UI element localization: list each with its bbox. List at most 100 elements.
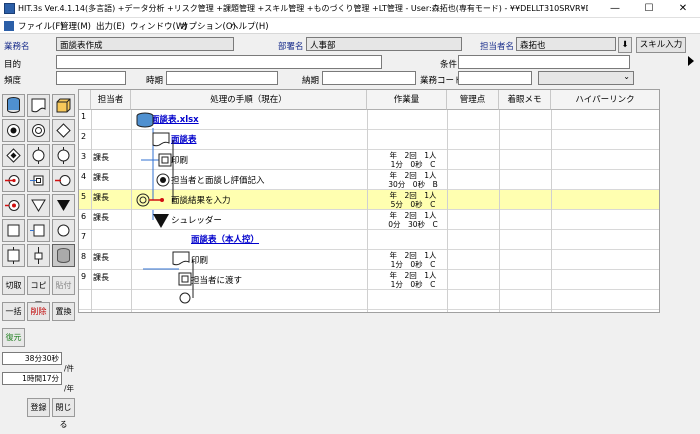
code-field[interactable] bbox=[458, 71, 532, 85]
code-dropdown[interactable]: ⌄ bbox=[538, 71, 634, 85]
row-responsible: 課長 bbox=[93, 273, 109, 282]
grid-body: 1 面談表.xlsx 2 面談表 3 課長 印刷 年 2回 1人 1分 0秒 C … bbox=[79, 110, 659, 312]
header-hyperlink: ハイパーリンク bbox=[551, 90, 659, 110]
title-bar: HIT.3s Ver.4.1.14(多言語) +データ分析 +リスク管理 +課題… bbox=[0, 0, 700, 18]
tool-database-icon[interactable] bbox=[2, 94, 25, 117]
skill-input-button[interactable]: スキル入力 bbox=[636, 37, 686, 53]
menu-output[interactable]: 出力(E) bbox=[96, 20, 125, 32]
condition-label: 条件 bbox=[440, 60, 458, 70]
restore-button[interactable]: 復元 bbox=[2, 328, 25, 347]
row-responsible: 課長 bbox=[93, 213, 109, 222]
cut-button[interactable]: 切取 bbox=[2, 276, 25, 295]
per-item-unit: /件 bbox=[64, 364, 75, 373]
dept-field[interactable]: 人事部 bbox=[306, 37, 462, 51]
header-checkpoint: 管理点 bbox=[447, 90, 499, 110]
owner-label: 担当者名 bbox=[480, 42, 515, 52]
tool-diamond-icon[interactable] bbox=[52, 119, 75, 142]
row-responsible: 課長 bbox=[93, 253, 109, 262]
tool-circle-plain-icon[interactable] bbox=[52, 144, 75, 167]
tool-red-arrow-circle-icon[interactable] bbox=[2, 169, 25, 192]
deadline-field[interactable] bbox=[322, 71, 416, 85]
header-memo: 着眼メモ bbox=[499, 90, 551, 110]
row-number: 1 bbox=[81, 112, 87, 121]
tool-square-blue-icon[interactable] bbox=[27, 219, 50, 242]
header-num bbox=[79, 90, 91, 110]
freq-field[interactable] bbox=[56, 71, 126, 85]
tool-circle-arrow-icon[interactable] bbox=[52, 169, 75, 192]
col-sep bbox=[499, 110, 500, 312]
red-marker-icon bbox=[136, 193, 164, 207]
triangle-filled-icon bbox=[153, 214, 169, 228]
purpose-label: 目的 bbox=[4, 60, 22, 70]
copy-button[interactable]: コピー bbox=[27, 276, 50, 307]
print-square-icon bbox=[143, 268, 192, 286]
tool-small-square-icon[interactable] bbox=[27, 244, 50, 267]
row-workload: 年 2回 1人 1分 0秒 C bbox=[389, 271, 437, 289]
process-grid[interactable]: 担当者 処理の手順（現在） 作業量 管理点 着眼メモ ハイパーリンク 1 面談表… bbox=[78, 89, 660, 313]
owner-field[interactable]: 森拓也 bbox=[516, 37, 616, 51]
tool-document-icon[interactable] bbox=[27, 94, 50, 117]
document-icon bbox=[172, 251, 190, 266]
tool-triangle-filled-icon[interactable] bbox=[52, 194, 75, 217]
time-per-item: 38分30秒 bbox=[2, 352, 62, 365]
row-workload: 年 2回 1人 30分 0秒 B bbox=[388, 171, 438, 189]
deadline-label: 納期 bbox=[302, 76, 320, 86]
delete-button[interactable]: 削除 bbox=[27, 302, 50, 321]
tool-red-marker-icon[interactable] bbox=[2, 194, 25, 217]
tool-box-icon[interactable] bbox=[52, 94, 75, 117]
col-sep bbox=[447, 110, 448, 312]
row-number: 7 bbox=[81, 232, 87, 241]
row-number: 5 bbox=[81, 192, 87, 201]
row-number: 9 bbox=[81, 272, 87, 281]
close-button[interactable]: ✕ bbox=[666, 0, 700, 18]
tool-triangle-outline-icon[interactable] bbox=[27, 194, 50, 217]
menu-manage[interactable]: 管理(M) bbox=[60, 20, 91, 32]
minimize-button[interactable]: — bbox=[598, 0, 632, 18]
header-workload: 作業量 bbox=[367, 90, 447, 110]
row-responsible: 課長 bbox=[93, 153, 109, 162]
task-field[interactable]: 面談表作成 bbox=[56, 37, 234, 51]
menu-help[interactable]: ヘルプ(H) bbox=[230, 20, 269, 32]
row-workload: 年 2回 1人 5分 0秒 C bbox=[389, 191, 437, 209]
tool-palette: 切取 コピー 貼付 一括 削除 置換 復元 38分30秒 /件 1時間17分 /… bbox=[0, 90, 78, 434]
flow-diagram bbox=[136, 112, 194, 304]
register-button[interactable]: 登録 bbox=[27, 398, 50, 417]
menu-file[interactable]: ファイル(F) bbox=[18, 20, 64, 32]
database-icon bbox=[136, 112, 154, 128]
menu-option[interactable]: オプション(O) bbox=[180, 20, 236, 32]
condition-field[interactable] bbox=[458, 55, 630, 69]
tool-circle-icon[interactable] bbox=[27, 144, 50, 167]
document-icon bbox=[152, 132, 170, 147]
tool-filled-circle-icon[interactable] bbox=[2, 119, 25, 142]
maximize-button[interactable]: ☐ bbox=[632, 0, 666, 18]
tool-square-line-icon[interactable] bbox=[2, 244, 25, 267]
row-number: 2 bbox=[81, 132, 87, 141]
col-sep bbox=[91, 110, 92, 312]
tool-square-arrow-icon[interactable] bbox=[27, 169, 50, 192]
time-field[interactable] bbox=[166, 71, 278, 85]
tool-cylinder-gray-icon[interactable] bbox=[52, 244, 75, 267]
row-responsible: 課長 bbox=[93, 173, 109, 182]
row-workload: 年 2回 1人 0分 30秒 C bbox=[388, 211, 438, 229]
tool-square-icon[interactable] bbox=[2, 219, 25, 242]
menu-window[interactable]: ウィンドウ(W) bbox=[130, 20, 188, 32]
replace-button[interactable]: 置換 bbox=[52, 302, 75, 321]
tool-circle-small-icon[interactable] bbox=[52, 219, 75, 242]
freq-label: 頻度 bbox=[4, 76, 22, 86]
col-sep bbox=[551, 110, 552, 312]
doc-icon bbox=[4, 21, 14, 31]
tool-double-circle-icon[interactable] bbox=[27, 119, 50, 142]
row-responsible: 課長 bbox=[93, 193, 109, 202]
window-title: HIT.3s Ver.4.1.14(多言語) +データ分析 +リスク管理 +課題… bbox=[18, 4, 588, 13]
purpose-field[interactable] bbox=[56, 55, 382, 69]
owner-select-button[interactable]: ⬇ bbox=[618, 37, 632, 53]
filled-circle-icon bbox=[156, 173, 170, 187]
paste-button[interactable]: 貼付 bbox=[52, 276, 75, 295]
header-procedure: 処理の手順（現在） bbox=[131, 90, 367, 110]
close-panel-button[interactable]: 閉じる bbox=[52, 398, 75, 429]
expand-right-icon[interactable] bbox=[688, 56, 694, 66]
batch-button[interactable]: 一括 bbox=[2, 302, 25, 321]
tool-diamond-filled-icon[interactable] bbox=[2, 144, 25, 167]
row-number: 6 bbox=[81, 212, 87, 221]
chevron-down-icon: ⌄ bbox=[623, 72, 630, 81]
